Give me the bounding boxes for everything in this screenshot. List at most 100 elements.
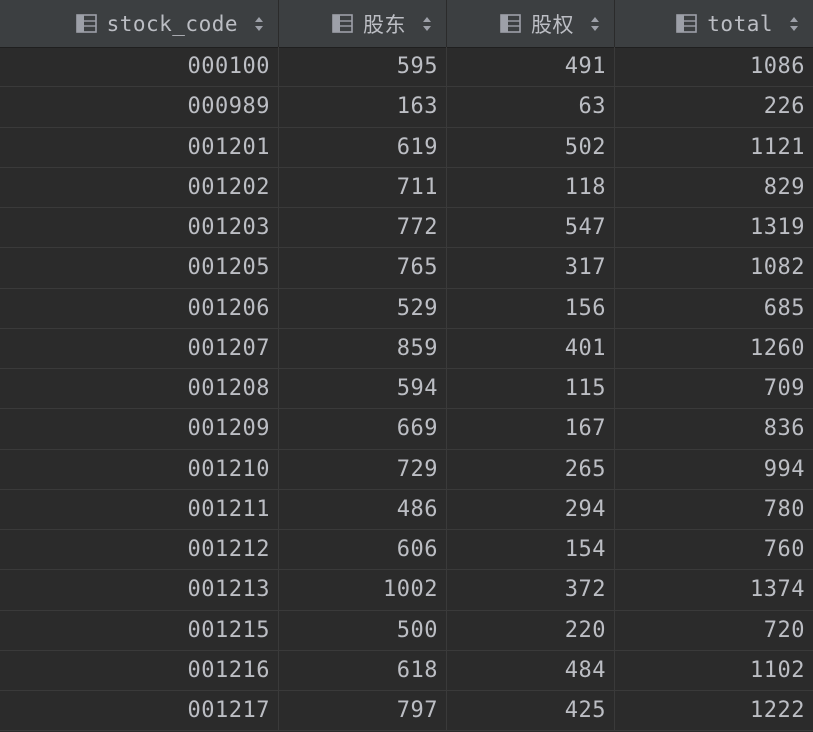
cell-stock-code[interactable]: 001203 — [0, 208, 279, 248]
cell-total[interactable]: 829 — [615, 168, 813, 207]
column-icon — [676, 14, 698, 33]
cell-total[interactable]: 1102 — [615, 651, 813, 690]
table-row[interactable]: 000989 163 63 226 — [0, 87, 813, 128]
cell-equity[interactable]: 294 — [447, 489, 615, 529]
cell-stock-code[interactable]: 001207 — [0, 328, 279, 368]
cell-equity[interactable]: 484 — [447, 650, 615, 690]
cell-stock-code[interactable]: 001213 — [0, 570, 279, 610]
table-row[interactable]: 001217 797 425 1222 — [0, 691, 813, 732]
cell-total[interactable]: 1222 — [615, 691, 813, 730]
table-row[interactable]: 001211 486 294 780 — [0, 489, 813, 530]
cell-stock-code[interactable]: 001206 — [0, 288, 279, 328]
column-header-shareholders[interactable]: 股东 — [279, 0, 447, 47]
cell-stock-code[interactable]: 001217 — [0, 691, 279, 731]
table-row[interactable]: 001212 606 154 760 — [0, 530, 813, 571]
cell-total[interactable]: 709 — [615, 369, 813, 408]
cell-total[interactable]: 836 — [615, 409, 813, 448]
cell-stock-code[interactable]: 001210 — [0, 449, 279, 489]
table-row[interactable]: 001206 529 156 685 — [0, 288, 813, 329]
cell-total[interactable]: 1260 — [615, 329, 813, 368]
cell-total[interactable]: 780 — [615, 490, 813, 529]
cell-shareholders[interactable]: 595 — [279, 47, 447, 87]
cell-stock-code[interactable]: 000100 — [0, 47, 279, 87]
cell-equity[interactable]: 372 — [447, 570, 615, 610]
cell-stock-code[interactable]: 001209 — [0, 409, 279, 449]
table-row[interactable]: 001207 859 401 1260 — [0, 328, 813, 369]
table-row[interactable]: 001216 618 484 1102 — [0, 650, 813, 691]
cell-shareholders[interactable]: 619 — [279, 127, 447, 167]
grid-header: stock_code 股东 股权 total — [0, 0, 813, 48]
cell-shareholders[interactable]: 772 — [279, 208, 447, 248]
table-row[interactable]: 001213 1002 372 1374 — [0, 570, 813, 611]
cell-shareholders[interactable]: 711 — [279, 167, 447, 207]
sort-arrows-icon[interactable] — [590, 16, 600, 32]
table-row[interactable]: 001201 619 502 1121 — [0, 127, 813, 168]
cell-total[interactable]: 760 — [615, 530, 813, 569]
cell-total[interactable]: 1086 — [615, 47, 813, 86]
table-row[interactable]: 000100 595 491 1086 — [0, 47, 813, 88]
sort-arrows-icon[interactable] — [789, 16, 799, 32]
table-row[interactable]: 001205 765 317 1082 — [0, 248, 813, 289]
cell-shareholders[interactable]: 729 — [279, 449, 447, 489]
cell-equity[interactable]: 317 — [447, 248, 615, 288]
cell-shareholders[interactable]: 606 — [279, 530, 447, 570]
column-header-label: 股东 — [363, 12, 406, 37]
cell-shareholders[interactable]: 594 — [279, 369, 447, 409]
cell-equity[interactable]: 491 — [447, 47, 615, 87]
table-row[interactable]: 001210 729 265 994 — [0, 449, 813, 490]
cell-equity[interactable]: 118 — [447, 167, 615, 207]
cell-shareholders[interactable]: 765 — [279, 248, 447, 288]
cell-equity[interactable]: 265 — [447, 449, 615, 489]
cell-equity[interactable]: 154 — [447, 530, 615, 570]
cell-total[interactable]: 994 — [615, 450, 813, 489]
cell-shareholders[interactable]: 529 — [279, 288, 447, 328]
cell-stock-code[interactable]: 001208 — [0, 369, 279, 409]
cell-equity[interactable]: 425 — [447, 691, 615, 731]
table-row[interactable]: 001208 594 115 709 — [0, 369, 813, 410]
cell-shareholders[interactable]: 1002 — [279, 570, 447, 610]
cell-stock-code[interactable]: 001205 — [0, 248, 279, 288]
column-header-label: stock_code — [106, 11, 238, 36]
cell-total[interactable]: 1121 — [615, 128, 813, 167]
cell-stock-code[interactable]: 001215 — [0, 610, 279, 650]
table-row[interactable]: 001203 772 547 1319 — [0, 208, 813, 249]
sort-arrows-icon[interactable] — [422, 16, 432, 32]
cell-equity[interactable]: 156 — [447, 288, 615, 328]
cell-equity[interactable]: 502 — [447, 127, 615, 167]
cell-stock-code[interactable]: 001212 — [0, 530, 279, 570]
column-header-label: 股权 — [531, 12, 574, 37]
column-header-stock-code[interactable]: stock_code — [0, 0, 279, 47]
cell-shareholders[interactable]: 163 — [279, 87, 447, 127]
cell-shareholders[interactable]: 500 — [279, 610, 447, 650]
cell-equity[interactable]: 547 — [447, 208, 615, 248]
cell-shareholders[interactable]: 618 — [279, 650, 447, 690]
cell-total[interactable]: 685 — [615, 289, 813, 328]
cell-equity[interactable]: 63 — [447, 87, 615, 127]
cell-total[interactable]: 1374 — [615, 570, 813, 609]
column-header-equity[interactable]: 股权 — [447, 0, 615, 47]
cell-equity[interactable]: 167 — [447, 409, 615, 449]
grid-body: 000100 595 491 1086 000989 163 63 226 001201 61… — [0, 47, 813, 732]
cell-total[interactable]: 720 — [615, 611, 813, 650]
cell-stock-code[interactable]: 001216 — [0, 650, 279, 690]
cell-stock-code[interactable]: 001201 — [0, 127, 279, 167]
cell-total[interactable]: 226 — [615, 87, 813, 126]
column-header-total[interactable]: total — [615, 0, 813, 47]
cell-shareholders[interactable]: 859 — [279, 328, 447, 368]
cell-equity[interactable]: 401 — [447, 328, 615, 368]
cell-stock-code[interactable]: 001211 — [0, 489, 279, 529]
table-row[interactable]: 001215 500 220 720 — [0, 610, 813, 651]
sort-arrows-icon[interactable] — [254, 16, 264, 32]
cell-stock-code[interactable]: 000989 — [0, 87, 279, 127]
column-icon — [500, 14, 521, 33]
cell-total[interactable]: 1082 — [615, 248, 813, 287]
cell-shareholders[interactable]: 669 — [279, 409, 447, 449]
table-row[interactable]: 001209 669 167 836 — [0, 409, 813, 450]
cell-shareholders[interactable]: 797 — [279, 691, 447, 731]
cell-total[interactable]: 1319 — [615, 208, 813, 247]
cell-equity[interactable]: 220 — [447, 610, 615, 650]
cell-stock-code[interactable]: 001202 — [0, 167, 279, 207]
table-row[interactable]: 001202 711 118 829 — [0, 167, 813, 208]
cell-shareholders[interactable]: 486 — [279, 489, 447, 529]
cell-equity[interactable]: 115 — [447, 369, 615, 409]
